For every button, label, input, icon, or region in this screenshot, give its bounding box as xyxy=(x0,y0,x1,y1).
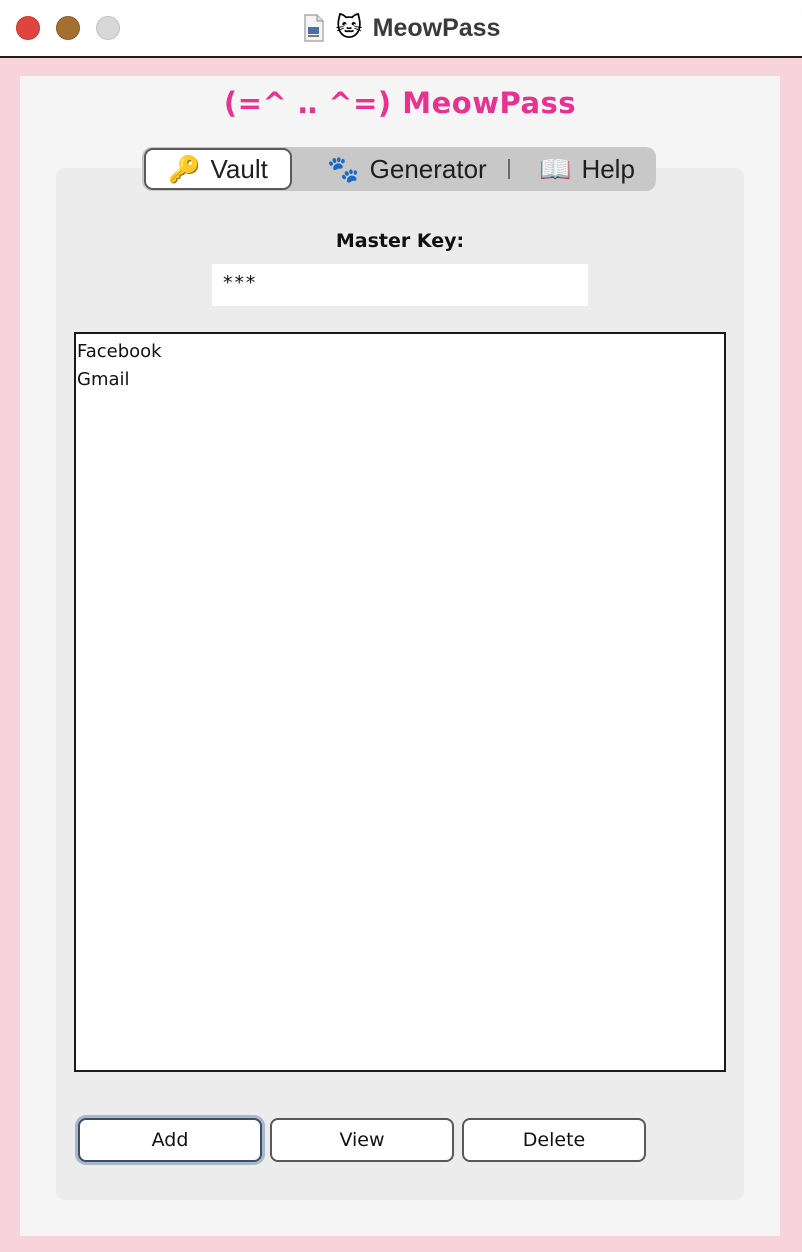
cat-face-icon: 🐱 xyxy=(335,13,363,43)
master-key-input[interactable]: *** xyxy=(212,264,588,306)
view-button[interactable]: View xyxy=(270,1118,454,1162)
app-header: (=^ ‥ ^=) MeowPass xyxy=(223,86,577,120)
app-window: 🐱 MeowPass (=^ ‥ ^=) MeowPass 🔑 Vault 🐾 … xyxy=(0,0,802,1252)
delete-button[interactable]: Delete xyxy=(462,1118,646,1162)
entries-list[interactable]: Facebook Gmail xyxy=(74,332,726,1072)
document-icon xyxy=(302,14,326,42)
master-key-label: Master Key: xyxy=(335,230,465,252)
tab-help-label: Help xyxy=(581,153,635,184)
main-content: (=^ ‥ ^=) MeowPass 🔑 Vault 🐾 Generator 📖… xyxy=(20,76,780,1236)
list-item[interactable]: Facebook xyxy=(76,338,724,366)
tab-bar: 🔑 Vault 🐾 Generator 📖 Help xyxy=(142,147,656,191)
window-title-group: 🐱 MeowPass xyxy=(0,0,802,56)
tab-vault-label: Vault xyxy=(210,153,268,184)
window-title: MeowPass xyxy=(372,13,501,42)
tab-generator-label: Generator xyxy=(369,153,487,184)
tab-vault[interactable]: 🔑 Vault xyxy=(144,148,292,190)
paw-prints-icon: 🐾 xyxy=(327,154,360,184)
tab-help[interactable]: 📖 Help xyxy=(522,147,652,191)
book-icon: 📖 xyxy=(539,154,572,184)
tab-generator[interactable]: 🐾 Generator xyxy=(307,147,507,191)
tab-divider xyxy=(508,159,510,179)
add-button[interactable]: Add xyxy=(78,1118,262,1162)
list-item[interactable]: Gmail xyxy=(76,366,724,394)
title-bar[interactable]: 🐱 MeowPass xyxy=(0,0,802,58)
key-icon: 🔑 xyxy=(168,154,201,184)
